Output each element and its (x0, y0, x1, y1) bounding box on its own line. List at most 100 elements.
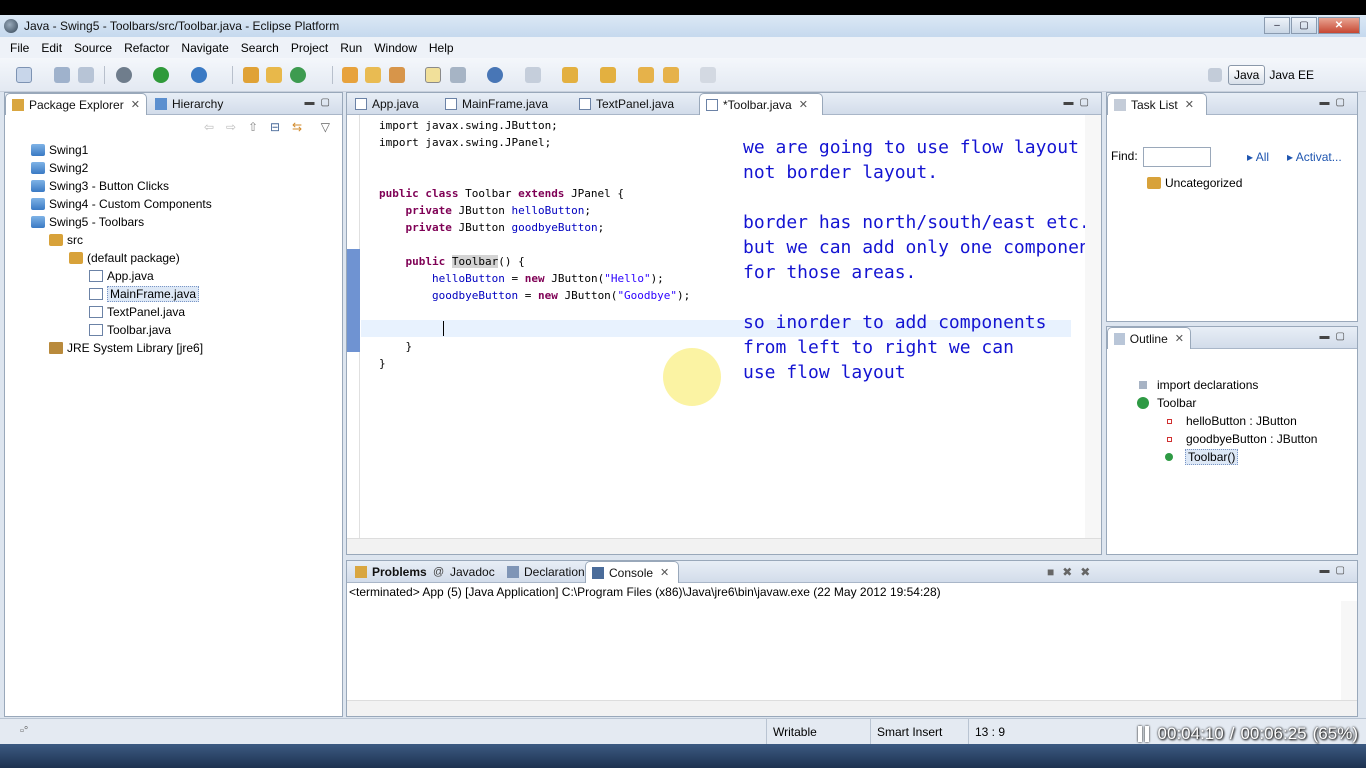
minimize-maximize-icons[interactable]: ▬▢ (1320, 331, 1351, 342)
previous-annotation-icon[interactable] (600, 67, 616, 83)
pause-icon[interactable] (1137, 726, 1152, 742)
outline-item-field[interactable]: helloButton : JButton (1167, 412, 1297, 430)
web-browser-icon[interactable] (487, 67, 503, 83)
tab-app-java[interactable]: App.java (349, 93, 425, 115)
menu-refactor[interactable]: Refactor (118, 41, 175, 55)
maximize-button[interactable]: ▢ (1291, 17, 1317, 34)
tab-hierarchy[interactable]: Hierarchy (149, 93, 229, 115)
source-code[interactable]: import javax.swing.JButton; import javax… (379, 117, 690, 372)
print-icon[interactable] (78, 67, 94, 83)
menu-navigate[interactable]: Navigate (175, 41, 234, 55)
activate-link[interactable]: ▸ Activat... (1287, 150, 1342, 164)
node-label: Swing4 - Custom Components (49, 197, 212, 211)
horizontal-scrollbar[interactable] (347, 538, 1101, 554)
close-icon[interactable]: ✕ (1185, 98, 1194, 111)
status-insert-mode: Smart Insert (870, 719, 966, 745)
close-button[interactable]: ✕ (1318, 17, 1360, 34)
minimize-maximize-icons[interactable]: ▬▢ (1064, 97, 1095, 108)
tab-toolbar-java[interactable]: *Toolbar.java ✕ (699, 93, 823, 115)
java-perspective-button[interactable]: Java (1228, 65, 1266, 85)
tree-node[interactable]: App.java (89, 267, 154, 285)
tab-console[interactable]: Console ✕ (585, 561, 679, 583)
outline-item-constructor[interactable]: Toolbar() (1165, 448, 1239, 466)
close-icon[interactable]: ✕ (799, 98, 808, 111)
mark-occurrences-icon[interactable] (425, 67, 441, 83)
console-toolbar-icons[interactable]: ■✖✖ (1047, 565, 1098, 579)
tree-node[interactable]: TextPanel.java (89, 303, 185, 321)
tree-node[interactable]: src (49, 231, 83, 249)
outline-item-class[interactable]: Toolbar (1137, 394, 1196, 412)
forward-icon[interactable]: ⇨ (226, 120, 236, 134)
vertical-scrollbar[interactable] (1085, 115, 1101, 538)
new-icon[interactable] (16, 67, 32, 83)
last-edit-icon[interactable] (638, 67, 654, 83)
tab-outline[interactable]: Outline ✕ (1107, 327, 1191, 349)
open-type-icon[interactable] (342, 67, 358, 83)
open-task-icon[interactable] (365, 67, 381, 83)
forward-icon[interactable] (700, 67, 716, 83)
close-icon[interactable]: ✕ (131, 98, 140, 111)
run-icon[interactable] (153, 67, 169, 83)
menu-window[interactable]: Window (368, 41, 423, 55)
vertical-scrollbar[interactable] (1341, 601, 1357, 700)
new-java-project-icon[interactable] (243, 67, 259, 83)
javaee-perspective-button[interactable]: Java EE (1269, 68, 1314, 82)
tree-node[interactable]: Swing1 (31, 141, 88, 159)
tab-problems[interactable]: Problems (349, 561, 433, 583)
tree-node[interactable]: Swing3 - Button Clicks (31, 177, 169, 195)
menu-project[interactable]: Project (285, 41, 334, 55)
show-whitespace-icon[interactable] (525, 67, 541, 83)
open-perspective-icon[interactable] (1208, 68, 1222, 82)
close-icon[interactable]: ✕ (660, 566, 669, 579)
view-menu-icon[interactable]: ▽ (321, 120, 330, 134)
minimize-button[interactable]: – (1264, 17, 1290, 34)
tab-task-list[interactable]: Task List ✕ (1107, 93, 1207, 115)
console-output[interactable]: <terminated> App (5) [Java Application] … (347, 583, 1357, 716)
debug-icon[interactable] (116, 67, 132, 83)
tree-node[interactable]: Toolbar.java (89, 321, 171, 339)
project-icon (31, 162, 45, 174)
tree-node[interactable]: Swing5 - Toolbars (31, 213, 144, 231)
up-icon[interactable]: ⇧ (248, 120, 258, 134)
menu-run[interactable]: Run (334, 41, 368, 55)
tree-node[interactable]: (default package) (69, 249, 180, 267)
find-input[interactable] (1143, 147, 1211, 167)
back-icon[interactable] (663, 67, 679, 83)
package-explorer-view: Package Explorer ✕ Hierarchy ▬▢ ⇦ ⇨ ⇧ ⊟ … (4, 92, 343, 717)
horizontal-scrollbar[interactable] (347, 700, 1357, 716)
code-editor[interactable]: import javax.swing.JButton; import javax… (347, 115, 1101, 554)
close-icon[interactable]: ✕ (1175, 332, 1184, 345)
tab-declaration[interactable]: Declaration (501, 561, 591, 583)
menu-help[interactable]: Help (423, 41, 460, 55)
menu-source[interactable]: Source (68, 41, 118, 55)
tab-mainframe-java[interactable]: MainFrame.java (439, 93, 554, 115)
fast-view-icon[interactable]: ▫° (20, 725, 28, 737)
tree-node[interactable]: JRE System Library [jre6] (49, 339, 203, 357)
minimize-maximize-icons[interactable]: ▬▢ (1320, 97, 1351, 108)
menu-edit[interactable]: Edit (35, 41, 68, 55)
tree-node[interactable]: Swing2 (31, 159, 88, 177)
save-icon[interactable] (54, 67, 70, 83)
outline-item-imports[interactable]: import declarations (1139, 376, 1258, 394)
link-editor-icon[interactable]: ⇆ (292, 120, 302, 134)
outline-item-field[interactable]: goodbyeButton : JButton (1167, 430, 1317, 448)
search-icon[interactable] (389, 67, 405, 83)
tab-textpanel-java[interactable]: TextPanel.java (573, 93, 680, 115)
toggle-block-icon[interactable] (450, 67, 466, 83)
minimize-maximize-icons[interactable]: ▬▢ (1320, 565, 1351, 576)
external-tools-icon[interactable] (191, 67, 207, 83)
all-link[interactable]: ▸ All (1247, 150, 1269, 164)
back-icon[interactable]: ⇦ (204, 120, 214, 134)
task-category[interactable]: Uncategorized (1147, 174, 1242, 192)
menu-file[interactable]: File (4, 41, 35, 55)
tab-javadoc[interactable]: @ Javadoc (427, 561, 501, 583)
tree-node[interactable]: Swing4 - Custom Components (31, 195, 212, 213)
new-package-icon[interactable] (266, 67, 282, 83)
collapse-all-icon[interactable]: ⊟ (270, 120, 280, 134)
tab-package-explorer[interactable]: Package Explorer ✕ (5, 93, 147, 115)
minimize-maximize-icons[interactable]: ▬▢ (305, 97, 336, 108)
new-class-icon[interactable] (290, 67, 306, 83)
menu-search[interactable]: Search (235, 41, 285, 55)
tree-node[interactable]: MainFrame.java (89, 285, 200, 303)
next-annotation-icon[interactable] (562, 67, 578, 83)
